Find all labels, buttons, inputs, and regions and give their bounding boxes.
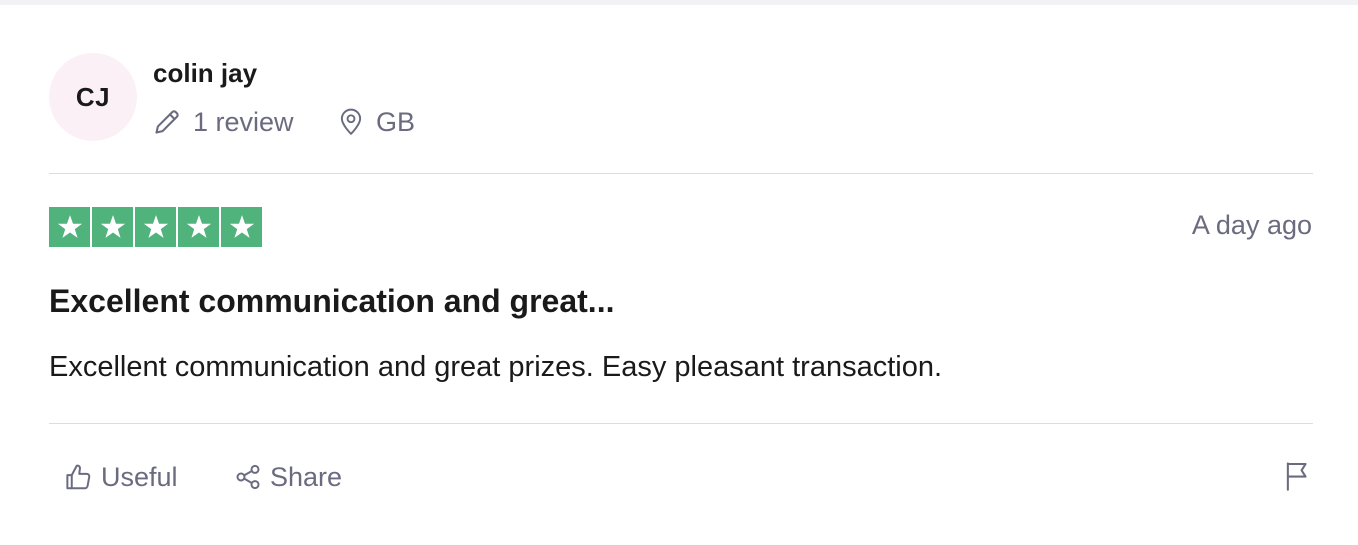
- star-icon: [229, 215, 254, 238]
- star-icon: [57, 215, 82, 238]
- report-flag-button[interactable]: [1281, 461, 1313, 495]
- star-2: [92, 207, 133, 247]
- share-icon: [234, 463, 262, 491]
- review-title[interactable]: Excellent communication and great...: [49, 283, 614, 320]
- divider: [49, 423, 1313, 424]
- pencil-icon: [153, 108, 181, 136]
- star-icon: [186, 215, 211, 238]
- review-count-label: 1 review: [193, 106, 294, 137]
- star-3: [135, 207, 176, 247]
- reviewer-country: GB: [338, 105, 415, 139]
- avatar-initials: CJ: [75, 81, 111, 112]
- star-rating: [49, 207, 262, 247]
- review-card: CJ colin jay 1 review GB A day ago Excel…: [0, 5, 1358, 545]
- reviewer-review-count: 1 review: [153, 105, 294, 139]
- avatar[interactable]: CJ: [49, 53, 137, 141]
- share-button[interactable]: Share: [234, 457, 342, 497]
- location-pin-icon: [338, 108, 364, 136]
- divider: [49, 173, 1313, 174]
- thumbs-up-icon: [63, 462, 93, 492]
- useful-label: Useful: [101, 461, 178, 492]
- country-label: GB: [376, 106, 416, 137]
- star-5: [221, 207, 262, 247]
- useful-button[interactable]: Useful: [63, 457, 178, 497]
- reviewer-name[interactable]: colin jay: [153, 58, 257, 89]
- star-icon: [100, 215, 125, 238]
- star-icon: [143, 215, 168, 238]
- star-1: [49, 207, 90, 247]
- review-body: Excellent communication and great prizes…: [49, 351, 943, 383]
- review-date: A day ago: [1191, 210, 1312, 240]
- flag-icon: [1283, 460, 1311, 497]
- share-label: Share: [270, 461, 343, 492]
- star-4: [178, 207, 219, 247]
